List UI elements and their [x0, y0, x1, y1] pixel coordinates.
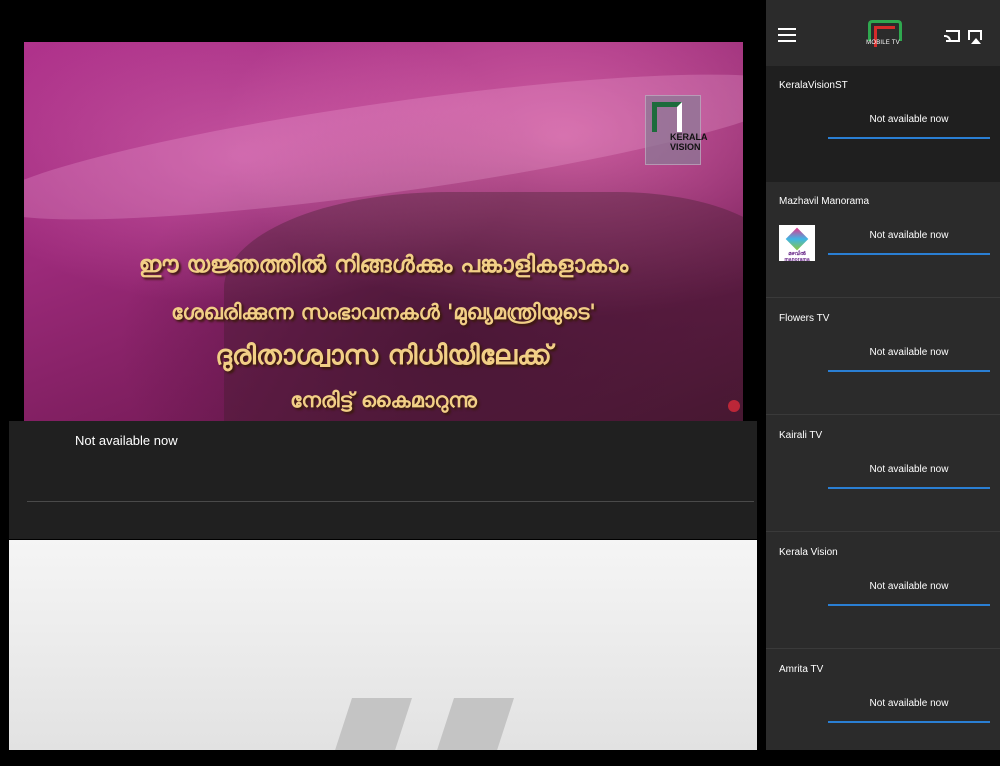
channel-watermark-logo: KERALA VISION: [645, 95, 708, 165]
channel-name: Kairali TV: [779, 430, 823, 441]
video-caption-line-4: നേരിട്ട് കൈമാറുന്നു: [290, 388, 477, 412]
channel-divider: [766, 414, 1000, 415]
channel-thumbnail: മഴവിൽ manorama: [779, 225, 815, 263]
channel-divider: [766, 297, 1000, 298]
channel-status: Not available now: [869, 114, 949, 125]
video-frame[interactable]: ഈ യജ്ഞത്തിൽ നിങ്ങൾക്കും പങ്കാളികളാകാം ശേ…: [24, 42, 743, 421]
thumbnail-logo-mark: [785, 227, 809, 251]
airplay-icon[interactable]: [968, 30, 982, 44]
channel-status: Not available now: [869, 347, 949, 358]
video-caption-line-1: ഈ യജ്ഞത്തിൽ നിങ്ങൾക്കും പങ്കാളികളാകാം: [138, 252, 629, 278]
channel-progress-bar: [828, 721, 990, 723]
channel-name: Mazhavil Manorama: [779, 196, 870, 207]
channel-progress-bar: [828, 487, 990, 489]
channel-name: Flowers TV: [779, 313, 830, 324]
channel-item-kairali-tv[interactable]: Kairali TV Not available now: [766, 416, 1000, 532]
live-indicator-dot: [728, 400, 740, 412]
cast-icon[interactable]: [944, 30, 960, 42]
video-caption-line-2: ശേഖരിക്കുന്ന സംഭാവനകൾ 'മുഖ്യമന്ത്രിയുടെ': [171, 300, 596, 324]
channel-name: Amrita TV: [779, 664, 824, 675]
channel-progress-bar: [828, 370, 990, 372]
channel-status: Not available now: [869, 230, 949, 241]
info-divider: [27, 501, 754, 502]
channel-status: Not available now: [869, 698, 949, 709]
channel-item-amrita-tv[interactable]: Amrita TV Not available now: [766, 650, 1000, 766]
menu-list-icon[interactable]: [778, 28, 796, 44]
channel-divider: [766, 648, 1000, 649]
video-player[interactable]: ഈ യജ്ഞത്തിൽ നിങ്ങൾക്കും പങ്കാളികളാകാം ശേ…: [0, 0, 766, 750]
channel-progress-bar: [828, 253, 990, 255]
sidebar-header: MOBILE TV: [766, 0, 1000, 66]
content-placeholder: [9, 540, 757, 750]
channel-status: Not available now: [869, 581, 949, 592]
watermark-text: KERALA VISION: [670, 132, 708, 152]
channel-item-flowers-tv[interactable]: Flowers TV Not available now: [766, 299, 1000, 415]
quote-icon-left: [326, 698, 412, 750]
video-caption-line-3: ദുരിതാശ്വാസ നിധിയിലേക്ക്: [215, 340, 552, 371]
channel-status: Not available now: [869, 464, 949, 475]
channel-item-kerala-vision[interactable]: Kerala Vision Not available now: [766, 533, 1000, 649]
channel-sidebar: MOBILE TV KeralaVisionST Not available n…: [766, 0, 1000, 750]
logo-text: MOBILE TV: [866, 40, 900, 46]
channel-name: KeralaVisionST: [779, 80, 848, 91]
program-info-panel: Not available now: [9, 421, 757, 539]
channel-divider: [766, 531, 1000, 532]
channel-progress-bar: [828, 137, 990, 139]
quote-icon-right: [428, 698, 514, 750]
program-status-text: Not available now: [75, 433, 178, 448]
app-logo: MOBILE TV: [866, 18, 902, 52]
channel-item-keralavisionst[interactable]: KeralaVisionST Not available now: [766, 66, 1000, 182]
thumbnail-logo-text: മഴവിൽ manorama: [784, 251, 810, 263]
channel-item-mazhavil-manorama[interactable]: Mazhavil Manorama മഴവിൽ manorama Not ava…: [766, 182, 1000, 298]
watermark-mark: [652, 102, 682, 132]
channel-progress-bar: [828, 604, 990, 606]
channel-name: Kerala Vision: [779, 547, 838, 558]
